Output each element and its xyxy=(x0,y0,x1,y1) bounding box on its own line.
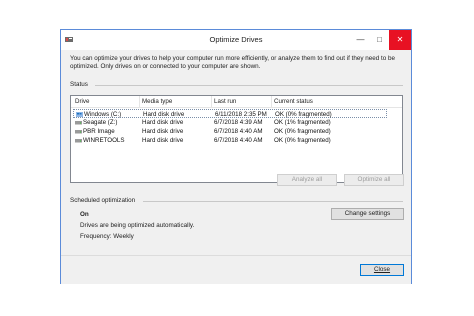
drives-list[interactable]: Drive Media type Last run Current status… xyxy=(70,95,403,183)
drive-row-winretools[interactable]: WINRETOOLS Hard disk drive 6/7/2018 4:40… xyxy=(73,136,387,145)
column-header-media-type[interactable]: Media type xyxy=(142,98,172,105)
minimize-button[interactable]: — xyxy=(352,30,369,50)
status-section-label: Status xyxy=(70,81,88,88)
drive-last-run: 6/7/2018 4:39 AM xyxy=(214,119,263,126)
drive-row-windows[interactable]: Windows (C:) Hard disk drive 6/11/2018 2… xyxy=(73,109,387,118)
optimize-drives-window: Optimize Drives — □ ✕ You can optimize y… xyxy=(60,29,412,284)
drive-name: PBR Image xyxy=(83,128,115,135)
hard-drive-icon xyxy=(75,130,82,134)
drive-name: WINRETOOLS xyxy=(83,137,125,144)
analyze-all-label: Analyze all xyxy=(291,176,323,183)
drive-media-type: Hard disk drive xyxy=(142,119,184,126)
description-text: You can optimize your drives to help you… xyxy=(70,55,396,70)
drive-status: OK (0% fragmented) xyxy=(274,128,331,135)
close-window-button[interactable]: ✕ xyxy=(389,30,411,50)
drive-last-run: 6/7/2018 4:40 AM xyxy=(214,128,263,135)
column-separator[interactable] xyxy=(211,96,212,107)
hard-drive-icon xyxy=(75,139,82,143)
drive-media-type: Hard disk drive xyxy=(143,111,185,118)
column-separator[interactable] xyxy=(271,96,272,107)
column-header-drive[interactable]: Drive xyxy=(75,98,89,105)
schedule-frequency: Frequency: Weekly xyxy=(80,233,134,240)
drive-media-type: Hard disk drive xyxy=(142,128,184,135)
change-settings-label: Change settings xyxy=(344,210,391,217)
change-settings-button[interactable]: Change settings xyxy=(331,208,404,220)
drive-media-type: Hard disk drive xyxy=(142,137,184,144)
drive-status: OK (0% fragmented) xyxy=(274,137,331,144)
column-separator[interactable] xyxy=(139,96,140,107)
column-header-current-status[interactable]: Current status xyxy=(274,98,313,105)
drive-row-seagate[interactable]: Seagate (Z:) Hard disk drive 6/7/2018 4:… xyxy=(73,118,387,127)
windows-drive-icon xyxy=(76,112,83,117)
close-label: Close xyxy=(373,266,391,273)
maximize-button[interactable]: □ xyxy=(371,30,388,50)
drive-status: OK (1% fragmented) xyxy=(274,119,331,126)
schedule-state: On xyxy=(80,211,89,218)
close-button[interactable]: Close xyxy=(360,264,404,276)
title-bar[interactable]: Optimize Drives — □ ✕ xyxy=(61,30,411,50)
hard-drive-icon xyxy=(75,121,82,125)
analyze-all-button[interactable]: Analyze all xyxy=(277,174,337,186)
drive-last-run: 6/7/2018 4:40 AM xyxy=(214,137,263,144)
schedule-message: Drives are being optimized automatically… xyxy=(80,222,195,229)
header-divider xyxy=(71,107,402,108)
drive-name: Seagate (Z:) xyxy=(83,119,118,126)
drive-status: OK (0% fragmented) xyxy=(275,111,332,118)
scheduled-divider xyxy=(143,201,403,202)
dialog-footer: Close xyxy=(61,255,411,284)
drive-row-pbr-image[interactable]: PBR Image Hard disk drive 6/7/2018 4:40 … xyxy=(73,127,387,136)
drive-last-run: 6/11/2018 2:35 PM xyxy=(215,111,267,118)
optimize-all-button[interactable]: Optimize all xyxy=(344,174,404,186)
column-header-last-run[interactable]: Last run xyxy=(214,98,236,105)
scheduled-section-label: Scheduled optimization xyxy=(70,197,136,204)
drive-name: Windows (C:) xyxy=(84,111,122,118)
optimize-all-label: Optimize all xyxy=(357,176,391,183)
status-divider xyxy=(95,85,403,86)
